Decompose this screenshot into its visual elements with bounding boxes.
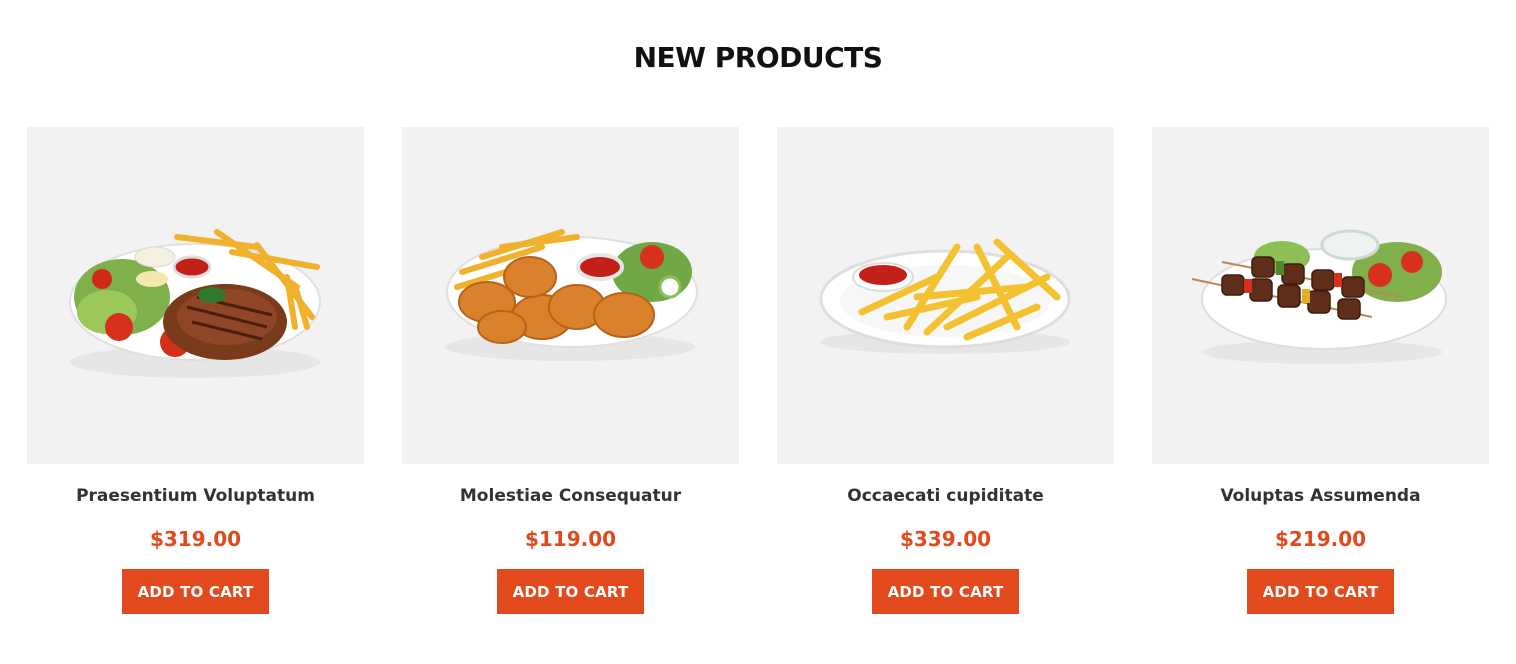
product-name[interactable]: Praesentium Voluptatum — [76, 484, 315, 508]
product-image-link[interactable] — [402, 127, 739, 464]
add-to-cart-button[interactable]: ADD TO CART — [1247, 569, 1394, 614]
product-card: Occaecati cupiditate $339.00 ADD TO CART — [777, 127, 1114, 614]
product-name[interactable]: Occaecati cupiditate — [847, 484, 1043, 508]
add-to-cart-button[interactable]: ADD TO CART — [872, 569, 1019, 614]
product-grid: Praesentium Voluptatum $319.00 ADD TO CA… — [27, 127, 1489, 614]
product-price: $339.00 — [899, 527, 992, 551]
kebab-skewer-plate-icon — [1191, 229, 1447, 364]
product-card: Praesentium Voluptatum $319.00 ADD TO CA… — [27, 127, 364, 614]
product-name[interactable]: Voluptas Assumenda — [1220, 484, 1420, 508]
product-price: $319.00 — [149, 527, 242, 551]
add-to-cart-button[interactable]: ADD TO CART — [497, 569, 644, 614]
product-price: $119.00 — [524, 527, 617, 551]
product-price: $219.00 — [1274, 527, 1367, 551]
product-image-link[interactable] — [1152, 127, 1489, 464]
product-image-link[interactable] — [777, 127, 1114, 464]
section-title: NEW PRODUCTS — [633, 41, 883, 74]
french-fries-plate-icon — [819, 238, 1071, 354]
chicken-nuggets-plate-icon — [445, 229, 698, 361]
product-image-link[interactable] — [27, 127, 364, 464]
add-to-cart-button[interactable]: ADD TO CART — [122, 569, 269, 614]
product-card: Voluptas Assumenda $219.00 ADD TO CART — [1152, 127, 1489, 614]
product-card: Molestiae Consequatur $119.00 ADD TO CAR… — [402, 127, 739, 614]
product-name[interactable]: Molestiae Consequatur — [460, 484, 681, 508]
steak-fries-plate-icon — [69, 229, 321, 378]
